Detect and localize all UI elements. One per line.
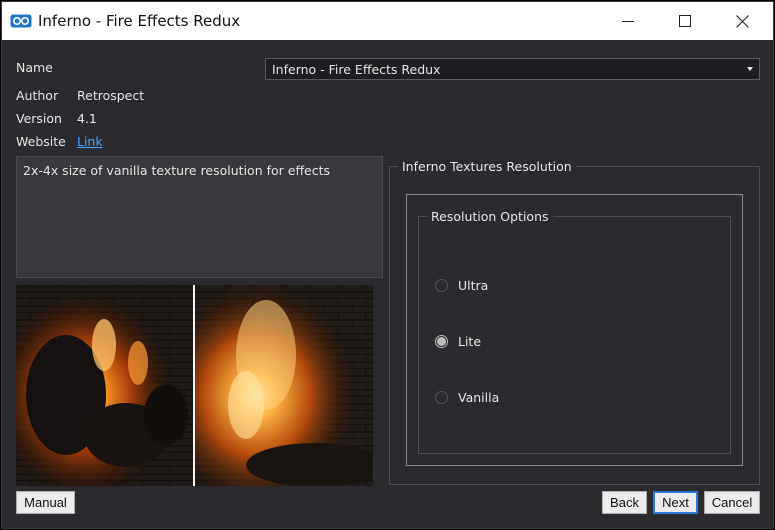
website-link[interactable]: Link: [77, 134, 103, 149]
radio-ultra-label: Ultra: [458, 278, 489, 293]
website-label: Website: [16, 134, 66, 149]
name-label: Name: [16, 60, 53, 75]
fireplace-comparison-image: [16, 285, 373, 486]
mod-name-value: Inferno - Fire Effects Redux: [272, 62, 441, 77]
close-button[interactable]: [713, 2, 771, 40]
radio-vanilla-label: Vanilla: [458, 390, 500, 405]
description-text: 2x-4x size of vanilla texture resolution…: [23, 163, 331, 178]
description-box[interactable]: 2x-4x size of vanilla texture resolution…: [16, 156, 383, 278]
cancel-button[interactable]: Cancel: [704, 491, 760, 514]
version-label: Version: [16, 111, 62, 126]
resolution-options-title: Resolution Options: [427, 209, 553, 224]
radio-ultra[interactable]: Ultra: [435, 278, 488, 293]
maximize-icon: [679, 15, 691, 27]
textures-resolution-title: Inferno Textures Resolution: [398, 159, 576, 174]
author-label: Author: [16, 88, 59, 103]
installer-window: Inferno - Fire Effects Redux Name Infern…: [1, 1, 774, 529]
next-button[interactable]: Next: [653, 491, 698, 514]
radio-indicator[interactable]: [435, 279, 448, 292]
minimize-icon: [622, 21, 634, 22]
mod-name-select[interactable]: Inferno - Fire Effects Redux: [265, 58, 760, 80]
back-button[interactable]: Back: [602, 491, 647, 514]
radio-indicator[interactable]: [435, 391, 448, 404]
installer-logo-icon: [10, 14, 32, 28]
window-title: Inferno - Fire Effects Redux: [38, 12, 241, 30]
radio-lite-label: Lite: [458, 334, 482, 349]
author-value: Retrospect: [77, 88, 145, 103]
radio-lite[interactable]: Lite: [435, 334, 481, 349]
minimize-button[interactable]: [599, 2, 657, 40]
preview-image: [16, 285, 373, 486]
maximize-button[interactable]: [656, 2, 714, 40]
close-icon: [735, 14, 749, 28]
version-value: 4.1: [77, 111, 97, 126]
title-bar[interactable]: Inferno - Fire Effects Redux: [2, 2, 773, 40]
radio-vanilla[interactable]: Vanilla: [435, 390, 499, 405]
chevron-down-icon: [747, 67, 753, 71]
manual-button[interactable]: Manual: [16, 491, 75, 514]
radio-indicator-selected[interactable]: [435, 335, 448, 348]
